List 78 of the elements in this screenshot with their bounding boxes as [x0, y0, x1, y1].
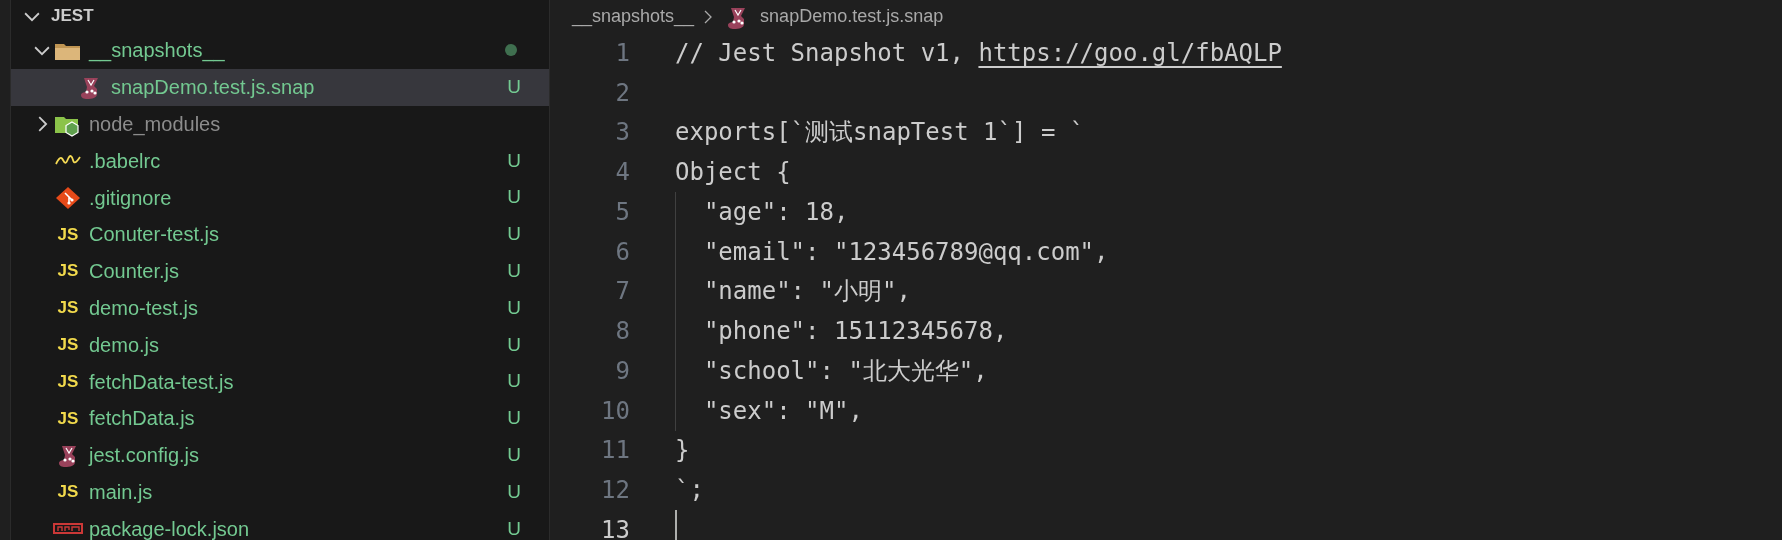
line-number: 2: [614, 77, 631, 109]
git-status: U: [507, 479, 521, 504]
js-icon: JS: [53, 332, 83, 358]
git-status: U: [507, 295, 521, 320]
file-name: Conuter-test.js: [89, 222, 220, 248]
code-line: // Jest Snapshot v1, https://goo.gl/fbAQLP: [638, 33, 1282, 73]
js-icon: JS: [53, 405, 83, 432]
tree-item[interactable]: package-lock.json U: [11, 510, 549, 540]
tree-item[interactable]: JS fetchData-test.js U: [11, 363, 549, 400]
line-number: 13: [600, 514, 631, 540]
code-line: "age": 18,: [638, 192, 849, 232]
code-line: }: [674, 435, 690, 467]
code-line: "sex": "M",: [638, 390, 863, 431]
js-icon: JS: [53, 258, 83, 284]
file-name: __snapshots__: [89, 38, 225, 64]
line-number: 6: [614, 236, 631, 268]
tree-item[interactable]: .babelrc U: [11, 142, 549, 180]
file-name: snapDemo.test.js.snap: [111, 75, 315, 101]
line-number: 5: [614, 196, 631, 228]
breadcrumb-item[interactable]: __snapshots__: [572, 3, 695, 30]
line-number: 4: [614, 157, 631, 189]
code-line: exports[`测试snapTest 1`] = `: [674, 117, 1085, 149]
line-number: 11: [600, 435, 631, 467]
file-name: .gitignore: [89, 185, 172, 211]
link[interactable]: https://goo.gl/fbAQLP: [978, 34, 1282, 71]
tree-item[interactable]: JS Counter.js U: [11, 252, 549, 290]
tree-item[interactable]: jest.config.js U: [11, 436, 549, 474]
line-number: 1: [614, 37, 631, 69]
code-line: "phone": 15112345678,: [638, 311, 1008, 351]
git-status: U: [507, 442, 521, 467]
tree-item[interactable]: JS fetchData.js U: [11, 399, 549, 437]
js-icon: JS: [53, 368, 83, 395]
git-status: U: [507, 222, 521, 247]
file-name: Counter.js: [89, 259, 180, 285]
tree-item[interactable]: JS demo-test.js U: [11, 289, 549, 327]
git-status: U: [507, 369, 521, 394]
tree-item[interactable]: node_modules: [11, 105, 549, 143]
js-icon: JS: [53, 479, 83, 505]
file-name: demo.js: [89, 332, 160, 358]
text-cursor: [675, 510, 677, 540]
file-name: .babelrc: [89, 148, 161, 174]
tree-item[interactable]: .gitignore U: [11, 179, 549, 216]
code-line: Object {: [674, 157, 791, 189]
git-status: U: [507, 74, 521, 99]
line-number: 12: [600, 475, 631, 507]
tree-item[interactable]: JS main.js U: [11, 473, 549, 511]
file-name: jest.config.js: [89, 443, 200, 469]
explorer-title: JEST: [51, 5, 94, 28]
code-line: `;: [674, 475, 704, 507]
js-icon: JS: [53, 295, 83, 321]
file-name: node_modules: [89, 112, 221, 138]
js-icon: JS: [53, 221, 83, 248]
tree-item[interactable]: __snapshots__: [11, 32, 549, 69]
file-name: package-lock.json: [89, 516, 250, 540]
tree-item[interactable]: JS Conuter-test.js U: [11, 216, 549, 253]
file-name: demo-test.js: [89, 295, 198, 321]
line-number: 9: [614, 355, 631, 387]
file-name: fetchData-test.js: [89, 369, 234, 395]
line-number: 7: [614, 276, 631, 308]
file-name: main.js: [89, 479, 153, 505]
line-number: 3: [614, 117, 631, 149]
tree-item[interactable]: snapDemo.test.js.snap U: [11, 68, 549, 106]
code-line: "school": "北大光华",: [638, 351, 988, 391]
git-status: U: [507, 258, 521, 283]
code-line: "name": "小明",: [638, 271, 911, 312]
line-number: 8: [614, 316, 631, 348]
git-status: U: [507, 148, 521, 173]
git-status: U: [507, 516, 521, 540]
file-name: fetchData.js: [89, 406, 195, 432]
line-number: 10: [600, 395, 631, 427]
git-status: U: [507, 185, 521, 210]
package-icon: [53, 522, 83, 536]
git-status: U: [507, 406, 521, 431]
breadcrumb-item[interactable]: snapDemo.test.js.snap: [760, 3, 944, 30]
squiggle-icon: [53, 154, 83, 167]
git-status: U: [507, 332, 521, 357]
tree-item[interactable]: JS demo.js U: [11, 326, 549, 364]
code-line: "email": "123456789@qq.com",: [638, 231, 1109, 272]
